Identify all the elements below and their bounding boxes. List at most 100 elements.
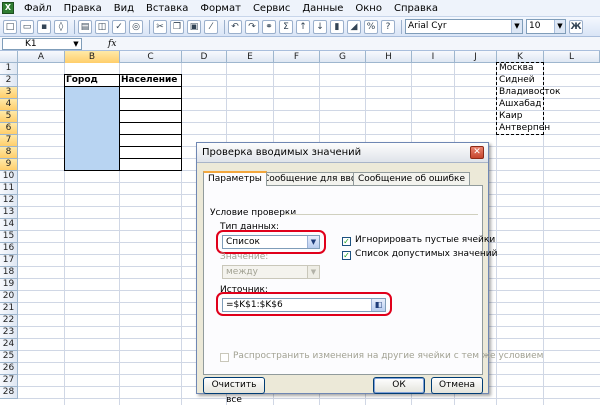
cell-list-item[interactable]: Ашхабад xyxy=(497,99,542,110)
menu-view[interactable]: Вид xyxy=(108,0,140,17)
print-preview-icon[interactable]: ◫ xyxy=(95,19,109,34)
column-header[interactable]: C xyxy=(120,51,182,63)
column-header[interactable]: D xyxy=(182,51,227,63)
row-header[interactable]: 21 xyxy=(0,303,18,315)
save-icon[interactable]: ▪ xyxy=(37,19,51,34)
row-header[interactable]: 3 xyxy=(0,87,18,99)
row-header[interactable]: 2 xyxy=(0,75,18,87)
row-header[interactable]: 27 xyxy=(0,375,18,387)
print-icon[interactable]: ▤ xyxy=(78,19,92,34)
row-header[interactable]: 26 xyxy=(0,363,18,375)
cell-header-city[interactable]: Город xyxy=(64,75,119,86)
tab-settings[interactable]: Параметры xyxy=(203,171,267,186)
select-all-corner[interactable] xyxy=(0,51,18,63)
apply-to-all-checkbox[interactable] xyxy=(220,353,229,362)
menu-file[interactable]: Файл xyxy=(18,0,58,17)
column-header[interactable]: I xyxy=(412,51,455,63)
dialog-titlebar[interactable]: Проверка вводимых значений ✕ xyxy=(197,143,488,163)
cell-list-item[interactable]: Владивосток xyxy=(497,87,560,98)
row-header[interactable]: 1 xyxy=(0,63,18,75)
row-header[interactable]: 17 xyxy=(0,255,18,267)
row-header[interactable]: 16 xyxy=(0,243,18,255)
font-name-combo[interactable]: Arial Cyr ▼ xyxy=(405,19,523,34)
hyperlink-icon[interactable]: ⚭ xyxy=(262,19,276,34)
row-header[interactable]: 13 xyxy=(0,207,18,219)
data-operator-combo[interactable]: между ▼ xyxy=(222,265,320,279)
format-painter-icon[interactable]: ⁄ xyxy=(204,19,218,34)
row-header[interactable]: 11 xyxy=(0,183,18,195)
tab-error-alert[interactable]: Сообщение об ошибке xyxy=(353,172,471,186)
ok-button[interactable]: ОК xyxy=(373,377,425,394)
ignore-blank-checkbox[interactable]: ✓ xyxy=(342,237,351,246)
column-header[interactable]: A xyxy=(18,51,65,63)
cell-list-item[interactable]: Москва xyxy=(497,63,533,74)
menu-help[interactable]: Справка xyxy=(388,0,444,17)
spelling-icon[interactable]: ✓ xyxy=(112,19,126,34)
row-header[interactable]: 22 xyxy=(0,315,18,327)
font-size-combo[interactable]: 10 ▼ xyxy=(526,19,566,34)
column-header[interactable]: L xyxy=(544,51,600,63)
row-header[interactable]: 6 xyxy=(0,123,18,135)
undo-icon[interactable]: ↶ xyxy=(228,19,242,34)
menu-format[interactable]: Формат xyxy=(194,0,247,17)
drawing-icon[interactable]: ◢ xyxy=(347,19,361,34)
row-header[interactable]: 4 xyxy=(0,99,18,111)
column-header[interactable]: J xyxy=(455,51,497,63)
chevron-down-icon[interactable]: ▼ xyxy=(554,20,565,33)
row-header[interactable]: 7 xyxy=(0,135,18,147)
column-header[interactable]: B xyxy=(65,51,120,63)
bold-icon[interactable]: Ж xyxy=(569,19,583,34)
row-header[interactable]: 5 xyxy=(0,111,18,123)
permission-icon[interactable]: ◊ xyxy=(54,19,68,34)
row-header[interactable]: 10 xyxy=(0,171,18,183)
row-header[interactable]: 20 xyxy=(0,291,18,303)
row-header[interactable]: 24 xyxy=(0,339,18,351)
open-icon[interactable]: ▭ xyxy=(20,19,34,34)
column-header[interactable]: H xyxy=(366,51,412,63)
row-header[interactable]: 12 xyxy=(0,195,18,207)
row-header[interactable]: 25 xyxy=(0,351,18,363)
row-header[interactable]: 23 xyxy=(0,327,18,339)
new-icon[interactable]: □ xyxy=(3,19,17,34)
menu-tools[interactable]: Сервис xyxy=(247,0,296,17)
row-header[interactable]: 28 xyxy=(0,387,18,399)
menu-window[interactable]: Окно xyxy=(349,0,388,17)
row-header[interactable]: 18 xyxy=(0,267,18,279)
cell-header-population[interactable]: Население xyxy=(119,75,182,86)
function-icon[interactable]: fx xyxy=(108,37,116,51)
name-box[interactable]: K1 ▼ xyxy=(2,38,82,50)
cell-list-item[interactable]: Каир xyxy=(497,111,522,122)
menu-data[interactable]: Данные xyxy=(296,0,349,17)
cut-icon[interactable]: ✂ xyxy=(153,19,167,34)
chevron-down-icon[interactable]: ▼ xyxy=(511,20,522,33)
close-icon[interactable]: ✕ xyxy=(470,146,484,159)
column-header[interactable]: F xyxy=(274,51,320,63)
in-cell-dropdown-checkbox[interactable]: ✓ xyxy=(342,251,351,260)
row-header[interactable]: 8 xyxy=(0,147,18,159)
cell-list-item[interactable]: Сидней xyxy=(497,75,535,86)
chevron-down-icon[interactable]: ▼ xyxy=(71,39,81,49)
row-header[interactable]: 19 xyxy=(0,279,18,291)
cancel-button[interactable]: Отмена xyxy=(431,377,483,394)
redo-icon[interactable]: ↷ xyxy=(245,19,259,34)
sort-descending-icon[interactable]: ↓ xyxy=(313,19,327,34)
menu-bar: X Файл Правка Вид Вставка Формат Сервис … xyxy=(0,0,600,17)
clear-all-button[interactable]: Очистить все xyxy=(203,377,265,405)
paste-icon[interactable]: ▣ xyxy=(187,19,201,34)
row-header[interactable]: 14 xyxy=(0,219,18,231)
column-header[interactable]: G xyxy=(320,51,366,63)
zoom-icon[interactable]: % xyxy=(364,19,378,34)
cell-list-item[interactable]: Антверпен xyxy=(497,123,550,134)
sort-ascending-icon[interactable]: ↑ xyxy=(296,19,310,34)
menu-edit[interactable]: Правка xyxy=(58,0,108,17)
row-header[interactable]: 15 xyxy=(0,231,18,243)
row-header[interactable]: 9 xyxy=(0,159,18,171)
excel-icon[interactable]: X xyxy=(2,2,14,14)
chart-wizard-icon[interactable]: ▮ xyxy=(330,19,344,34)
column-header[interactable]: E xyxy=(227,51,274,63)
copy-icon[interactable]: ❐ xyxy=(170,19,184,34)
help-icon[interactable]: ? xyxy=(381,19,395,34)
research-icon[interactable]: ◎ xyxy=(129,19,143,34)
autosum-icon[interactable]: Σ xyxy=(279,19,293,34)
menu-insert[interactable]: Вставка xyxy=(140,0,194,17)
